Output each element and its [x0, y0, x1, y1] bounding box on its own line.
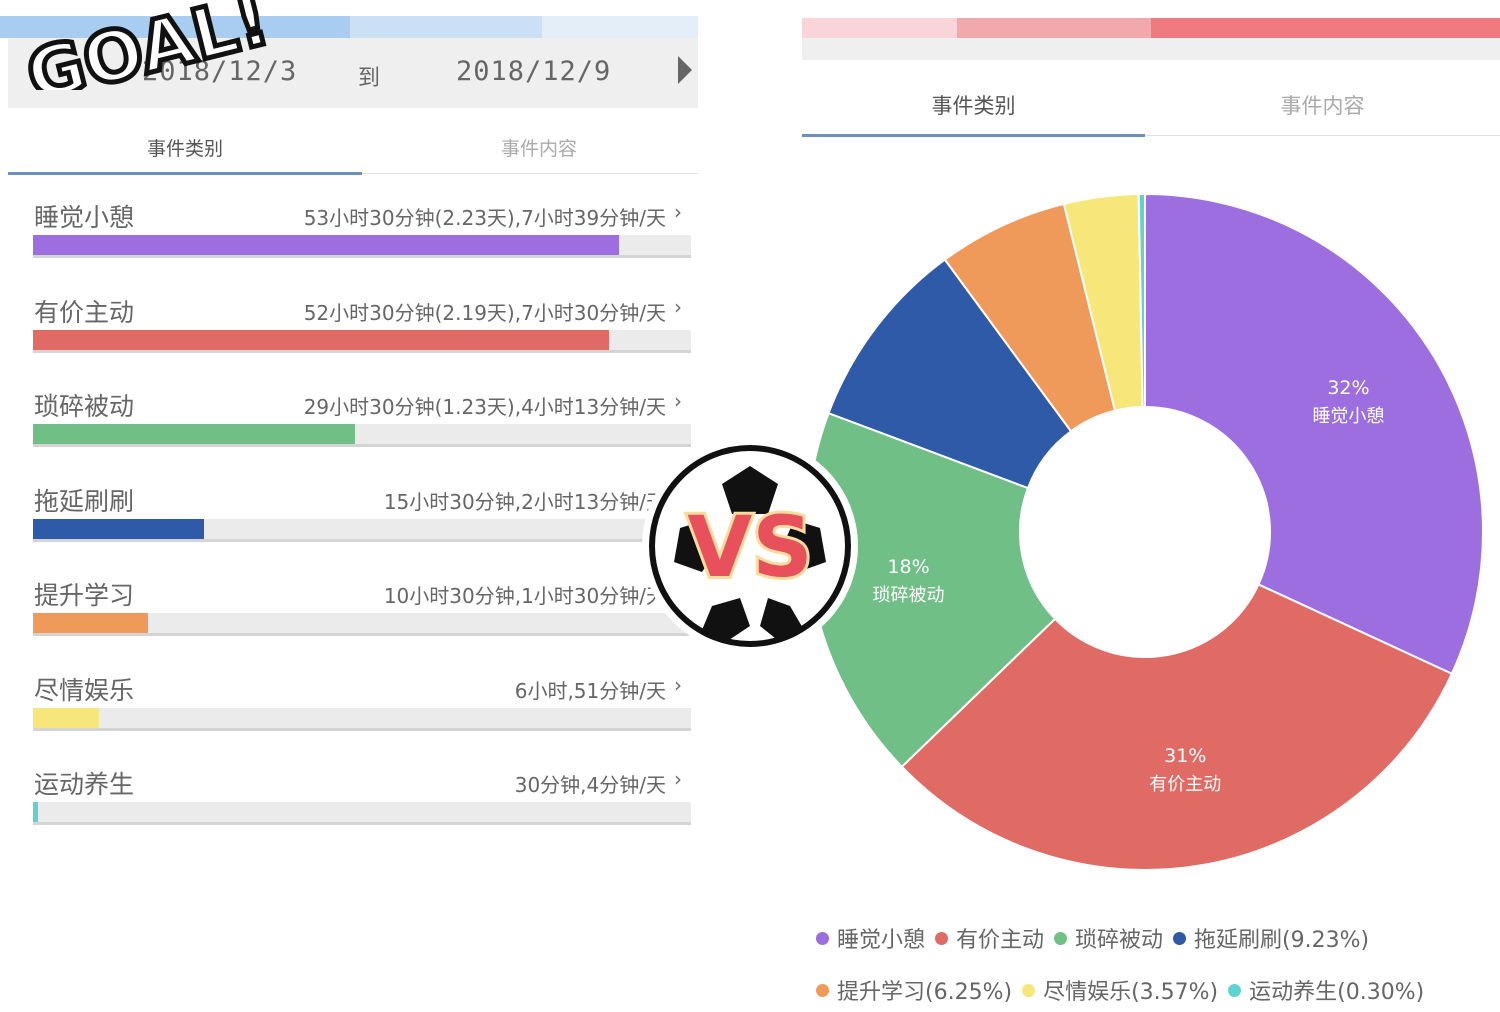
progress-shadow: [33, 822, 691, 825]
donut-slice[interactable]: [1144, 192, 1484, 676]
chevron-right-icon: ›: [674, 200, 682, 224]
progress-track: [33, 424, 691, 447]
progress-fill: [33, 518, 205, 539]
top-color-strip: [802, 18, 1500, 38]
category-row[interactable]: 拖延刷刷15小时30分钟,2小时13分钟/天›: [0, 470, 700, 560]
progress-track: [33, 707, 691, 731]
legend-item[interactable]: 有价主动: [935, 922, 1044, 954]
category-name: 琐碎被动: [34, 392, 135, 421]
vs-text: VS: [687, 498, 813, 596]
legend-label: 睡觉小憩: [837, 928, 926, 953]
progress-fill: [33, 424, 356, 444]
category-row[interactable]: 琐碎被动 29小时30分钟(1.23天),4小时13分钟/天 ›: [0, 375, 700, 465]
legend-item[interactable]: 提升学习(6.25%): [816, 974, 1012, 1006]
tab-event-content[interactable]: 事件内容: [362, 118, 716, 161]
progress-fill: [33, 707, 99, 728]
chevron-right-icon: ›: [674, 767, 682, 791]
next-week-arrow-icon[interactable]: [678, 56, 692, 84]
chevron-right-icon: ›: [674, 294, 682, 319]
category-duration: 29小时30分钟(1.23天),4小时13分钟/天: [303, 395, 666, 419]
tab-event-category[interactable]: 事件类别: [802, 72, 1145, 120]
category-row[interactable]: 有价主动 52小时30分钟(2.19天),7小时30分钟/天 ›: [0, 281, 700, 371]
progress-shadow: [33, 349, 691, 353]
legend-dot-icon: [816, 932, 829, 945]
goal-sticker-text: GOAL!: [19, 0, 277, 90]
legend-label: 运动养生(0.30%): [1249, 980, 1425, 1005]
legend-row: 睡觉小憩 有价主动 琐碎被动 拖延刷刷(9.23%): [816, 922, 1379, 954]
progress-fill: [33, 613, 149, 633]
category-name: 有价主动: [34, 297, 135, 327]
progress-shadow: [33, 444, 691, 447]
legend-item[interactable]: 尽情娱乐(3.57%): [1022, 974, 1218, 1006]
category-row[interactable]: 睡觉小憩 53小时30分钟(2.23天),7小时39分钟/天 ›: [0, 186, 700, 276]
date-separator: 到: [358, 66, 382, 91]
active-tab-indicator: [802, 134, 1145, 137]
legend-label: 有价主动: [956, 928, 1045, 953]
legend-label: 琐碎被动: [1075, 928, 1164, 953]
category-name: 睡觉小憩: [34, 203, 135, 232]
category-row[interactable]: 运动养生 30分钟,4分钟/天 ›: [0, 753, 700, 843]
chevron-right-icon: ›: [674, 389, 682, 413]
tab-event-category[interactable]: 事件类别: [8, 118, 362, 161]
progress-shadow: [33, 727, 691, 731]
legend-dot-icon: [816, 984, 829, 997]
progress-track: [33, 802, 691, 825]
progress-fill: [33, 329, 609, 350]
header-gray-bar: [802, 38, 1500, 60]
slice-percent-label: 31%: [1164, 745, 1206, 767]
goal-sticker: GOAL!: [16, 0, 279, 90]
category-duration: 30分钟,4分钟/天: [514, 773, 666, 797]
progress-shadow: [33, 633, 691, 636]
active-tab-indicator: [8, 172, 362, 175]
category-row[interactable]: 尽情娱乐 6小时,51分钟/天 ›: [0, 659, 700, 749]
legend-label: 提升学习(6.25%): [837, 980, 1013, 1005]
category-duration: 15小时30分钟,2小时13分钟/天: [383, 489, 666, 514]
category-name: 运动养生: [34, 770, 135, 799]
category-name: 提升学习: [34, 581, 135, 610]
left-tabs: 事件类别 事件内容: [8, 118, 698, 176]
progress-track: [33, 235, 691, 258]
progress-track: [33, 518, 691, 542]
vs-soccer-ball-sticker: VS: [642, 438, 858, 654]
progress-shadow: [33, 255, 691, 258]
legend-dot-icon: [1054, 932, 1068, 945]
donut-chart: 32% 睡觉小憩 31% 有价主动 18% 琐碎被动: [806, 192, 1484, 871]
progress-fill: [33, 235, 619, 255]
legend-dot-icon: [1228, 984, 1242, 997]
category-duration: 10小时30分钟,1小时30分钟/天: [383, 584, 666, 608]
progress-track: [33, 329, 691, 353]
date-end[interactable]: 2018/12/9: [456, 56, 611, 87]
category-duration: 6小时,51分钟/天: [514, 678, 666, 703]
progress-shadow: [33, 538, 691, 542]
slice-percent-label: 32%: [1327, 377, 1369, 399]
right-panel: 事件类别 事件内容 32% 睡觉小憩 31% 有价主动 18% 琐碎被动 睡觉小憩 有价主动…: [802, 0, 1500, 1012]
legend-label: 尽情娱乐(3.57%): [1043, 980, 1219, 1005]
tab-event-content[interactable]: 事件内容: [1145, 72, 1500, 120]
legend-dot-icon: [935, 932, 949, 945]
category-duration: 53小时30分钟(2.23天),7小时39分钟/天: [303, 206, 666, 230]
slice-name-label: 琐碎被动: [873, 585, 945, 606]
legend-label: 拖延刷刷(9.23%): [1194, 928, 1370, 953]
progress-fill: [33, 802, 39, 822]
legend-item[interactable]: 拖延刷刷(9.23%): [1173, 922, 1369, 954]
legend-dot-icon: [1022, 984, 1036, 997]
chevron-right-icon: ›: [674, 672, 682, 697]
slice-percent-label: 18%: [887, 556, 929, 578]
legend-row: 提升学习(6.25%) 尽情娱乐(3.57%) 运动养生(0.30%): [816, 974, 1434, 1006]
legend-dot-icon: [1173, 932, 1187, 945]
legend-item[interactable]: 睡觉小憩: [816, 922, 925, 954]
category-name: 尽情娱乐: [34, 675, 135, 705]
legend-item[interactable]: 琐碎被动: [1054, 922, 1163, 954]
slice-name-label: 睡觉小憩: [1312, 406, 1384, 427]
slice-name-label: 有价主动: [1149, 774, 1221, 795]
progress-track: [33, 613, 691, 636]
left-panel: 2018/12/3 到 2018/12/9 事件类别 事件内容 睡觉小憩 53小时…: [0, 0, 700, 1012]
category-name: 拖延刷刷: [34, 486, 135, 516]
right-tabs: 事件类别 事件内容: [802, 72, 1500, 138]
legend-item[interactable]: 运动养生(0.30%): [1228, 974, 1424, 1006]
category-row[interactable]: 提升学习10小时30分钟,1小时30分钟/天›: [0, 564, 700, 654]
category-duration: 52小时30分钟(2.19天),7小时30分钟/天: [303, 300, 666, 325]
